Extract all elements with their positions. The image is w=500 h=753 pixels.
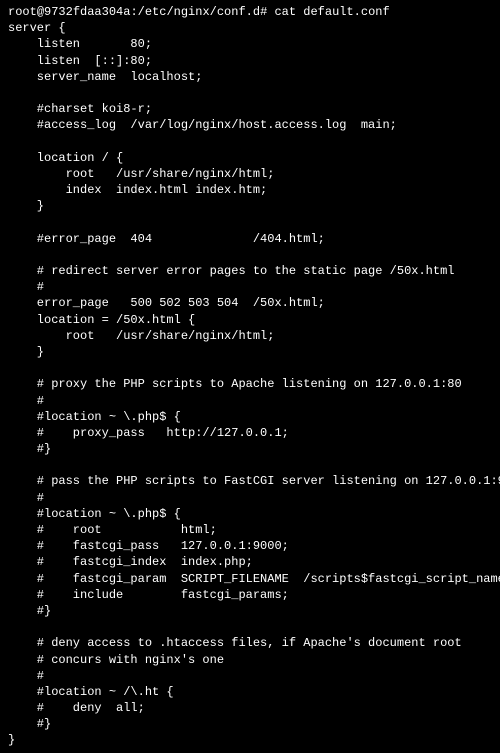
prompt-command: cat default.conf xyxy=(274,5,389,19)
shell-prompt: root@9732fdaa304a:/etc/nginx/conf.d# cat… xyxy=(8,4,492,20)
prompt-user: root xyxy=(8,5,37,19)
prompt-path: /etc/nginx/conf.d xyxy=(138,5,260,19)
prompt-symbol: # xyxy=(260,5,267,19)
file-contents: server { listen 80; listen [::]:80; serv… xyxy=(8,20,492,748)
prompt-host: 9732fdaa304a xyxy=(44,5,130,19)
